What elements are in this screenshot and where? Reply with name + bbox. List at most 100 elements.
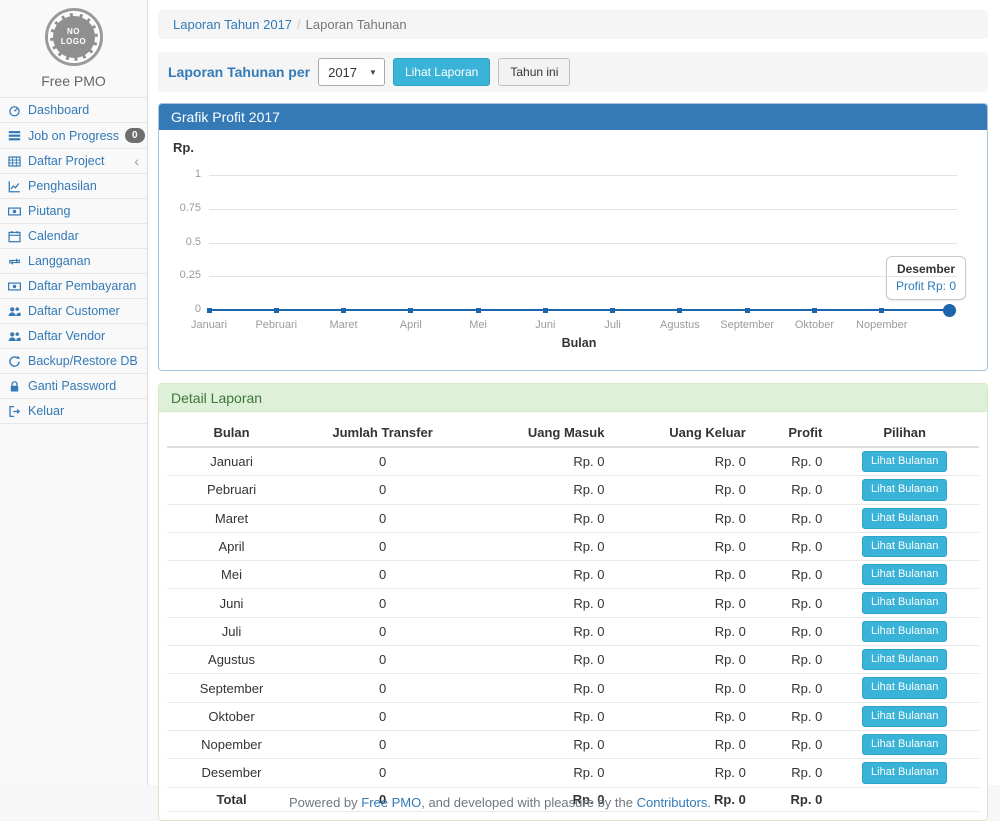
contributors-link[interactable]: Contributors. (637, 795, 711, 810)
tooltip-title: Desember (896, 262, 956, 276)
year-select[interactable]: 2017 ▼ (318, 58, 385, 86)
column-header-uang-keluar: Uang Keluar (612, 420, 753, 447)
cell: Rp. 0 (754, 447, 831, 476)
y-tick-label: 0.25 (167, 269, 201, 281)
cell: Rp. 0 (754, 702, 831, 730)
x-tick-label: Mei (444, 319, 512, 331)
sidebar-item-daftar-vendor[interactable]: Daftar Vendor (0, 324, 147, 349)
no-logo-badge: NO LOGO (45, 8, 103, 66)
cell: Rp. 0 (754, 730, 831, 758)
cell: Rp. 0 (612, 702, 753, 730)
data-point[interactable] (274, 308, 279, 313)
total-cell: Rp. 0 (754, 787, 831, 811)
chart-panel-body: Rp. Bulan Desember Profit Rp: 0 10.750.5… (159, 130, 987, 370)
data-point-highlighted[interactable] (943, 304, 956, 317)
retweet-icon (8, 254, 22, 268)
breadcrumb-separator: / (297, 17, 301, 32)
lihat-bulanan-button[interactable]: Lihat Bulanan (862, 621, 947, 642)
lihat-bulanan-button[interactable]: Lihat Bulanan (862, 508, 947, 529)
lihat-bulanan-button[interactable]: Lihat Bulanan (862, 649, 947, 670)
sidebar-item-daftar-pembayaran[interactable]: Daftar Pembayaran (0, 274, 147, 299)
lihat-bulanan-button[interactable]: Lihat Bulanan (862, 762, 947, 783)
free-pmo-link[interactable]: Free PMO (361, 795, 421, 810)
money-icon (8, 279, 22, 293)
sidebar-item-job-on-progress[interactable]: Job on Progress0 (0, 123, 147, 149)
sidebar-item-label: Backup/Restore DB (28, 354, 138, 368)
lihat-bulanan-button[interactable]: Lihat Bulanan (862, 677, 947, 698)
detail-panel-body: BulanJumlah TransferUang MasukUang Kelua… (159, 412, 987, 820)
table-row: Januari0Rp. 0Rp. 0Rp. 0Lihat Bulanan (167, 447, 979, 476)
data-point[interactable] (341, 308, 346, 313)
total-cell: Total (167, 787, 296, 811)
cell: Rp. 0 (754, 504, 831, 532)
table-row: Nopember0Rp. 0Rp. 0Rp. 0Lihat Bulanan (167, 730, 979, 758)
cell: Maret (167, 504, 296, 532)
lihat-bulanan-button[interactable]: Lihat Bulanan (862, 734, 947, 755)
sidebar-item-label: Daftar Project (28, 154, 104, 168)
tahun-ini-button[interactable]: Tahun ini (498, 58, 570, 86)
x-axis-title: Bulan (539, 336, 619, 350)
detail-laporan-panel: Detail Laporan BulanJumlah TransferUang … (158, 383, 988, 821)
y-tick-label: 0 (167, 303, 201, 315)
cell: Rp. 0 (754, 532, 831, 560)
count-badge: 0 (125, 128, 145, 143)
lihat-bulanan-button[interactable]: Lihat Bulanan (862, 592, 947, 613)
lihat-bulanan-button[interactable]: Lihat Bulanan (862, 451, 947, 472)
data-point[interactable] (812, 308, 817, 313)
cell: Rp. 0 (754, 759, 831, 787)
data-point[interactable] (677, 308, 682, 313)
data-point[interactable] (879, 308, 884, 313)
sidebar-item-dashboard[interactable]: Dashboard (0, 98, 147, 123)
caret-down-icon: ▼ (369, 68, 377, 77)
sidebar-item-daftar-customer[interactable]: Daftar Customer (0, 299, 147, 324)
cell: Rp. 0 (469, 617, 612, 645)
sidebar-item-backup-restore-db[interactable]: Backup/Restore DB (0, 349, 147, 374)
cell: Rp. 0 (612, 617, 753, 645)
lihat-bulanan-button[interactable]: Lihat Bulanan (862, 564, 947, 585)
sidebar-item-ganti-password[interactable]: Ganti Password (0, 374, 147, 399)
table-row: Maret0Rp. 0Rp. 0Rp. 0Lihat Bulanan (167, 504, 979, 532)
cell: Desember (167, 759, 296, 787)
table-row: Desember0Rp. 0Rp. 0Rp. 0Lihat Bulanan (167, 759, 979, 787)
column-header-pilihan: Pilihan (830, 420, 979, 447)
table-icon (8, 154, 22, 168)
cell: Rp. 0 (469, 532, 612, 560)
logo-text-line2: LOGO (61, 37, 87, 47)
sidebar-item-label: Calendar (28, 229, 79, 243)
lihat-laporan-button[interactable]: Lihat Laporan (393, 58, 490, 86)
page: NO LOGO Free PMO DashboardJob on Progres… (0, 0, 1000, 785)
cell: 0 (296, 589, 469, 617)
y-tick-label: 0.75 (167, 202, 201, 214)
breadcrumb-link[interactable]: Laporan Tahun 2017 (173, 17, 292, 32)
data-point[interactable] (610, 308, 615, 313)
sidebar-item-daftar-project[interactable]: Daftar Project‹ (0, 149, 147, 174)
lock-icon (8, 379, 22, 393)
lihat-bulanan-button[interactable]: Lihat Bulanan (862, 479, 947, 500)
table-row: Mei0Rp. 0Rp. 0Rp. 0Lihat Bulanan (167, 561, 979, 589)
cell: Rp. 0 (612, 674, 753, 702)
logo-box: NO LOGO Free PMO (0, 0, 147, 97)
sidebar-item-piutang[interactable]: Piutang (0, 199, 147, 224)
data-point[interactable] (543, 308, 548, 313)
footer-text: Powered by Free PMO, and developed with … (289, 795, 711, 810)
data-point[interactable] (207, 308, 212, 313)
lihat-bulanan-button[interactable]: Lihat Bulanan (862, 536, 947, 557)
cell: Rp. 0 (469, 759, 612, 787)
sidebar-item-langganan[interactable]: Langganan (0, 249, 147, 274)
lihat-bulanan-button[interactable]: Lihat Bulanan (862, 706, 947, 727)
sidebar-item-keluar[interactable]: Keluar (0, 399, 147, 424)
cell: Nopember (167, 730, 296, 758)
sidebar-item-calendar[interactable]: Calendar (0, 224, 147, 249)
sidebar-item-label: Daftar Customer (28, 304, 120, 318)
report-table: BulanJumlah TransferUang MasukUang Kelua… (167, 420, 979, 812)
sidebar-item-penghasilan[interactable]: Penghasilan (0, 174, 147, 199)
table-row: September0Rp. 0Rp. 0Rp. 0Lihat Bulanan (167, 674, 979, 702)
gridline (209, 175, 957, 176)
cell: 0 (296, 476, 469, 504)
tasks-icon (8, 129, 22, 143)
table-row: Agustus0Rp. 0Rp. 0Rp. 0Lihat Bulanan (167, 646, 979, 674)
data-point[interactable] (476, 308, 481, 313)
data-point[interactable] (408, 308, 413, 313)
data-point[interactable] (745, 308, 750, 313)
main-content: Laporan Tahun 2017/Laporan Tahunan Lapor… (148, 0, 1000, 785)
